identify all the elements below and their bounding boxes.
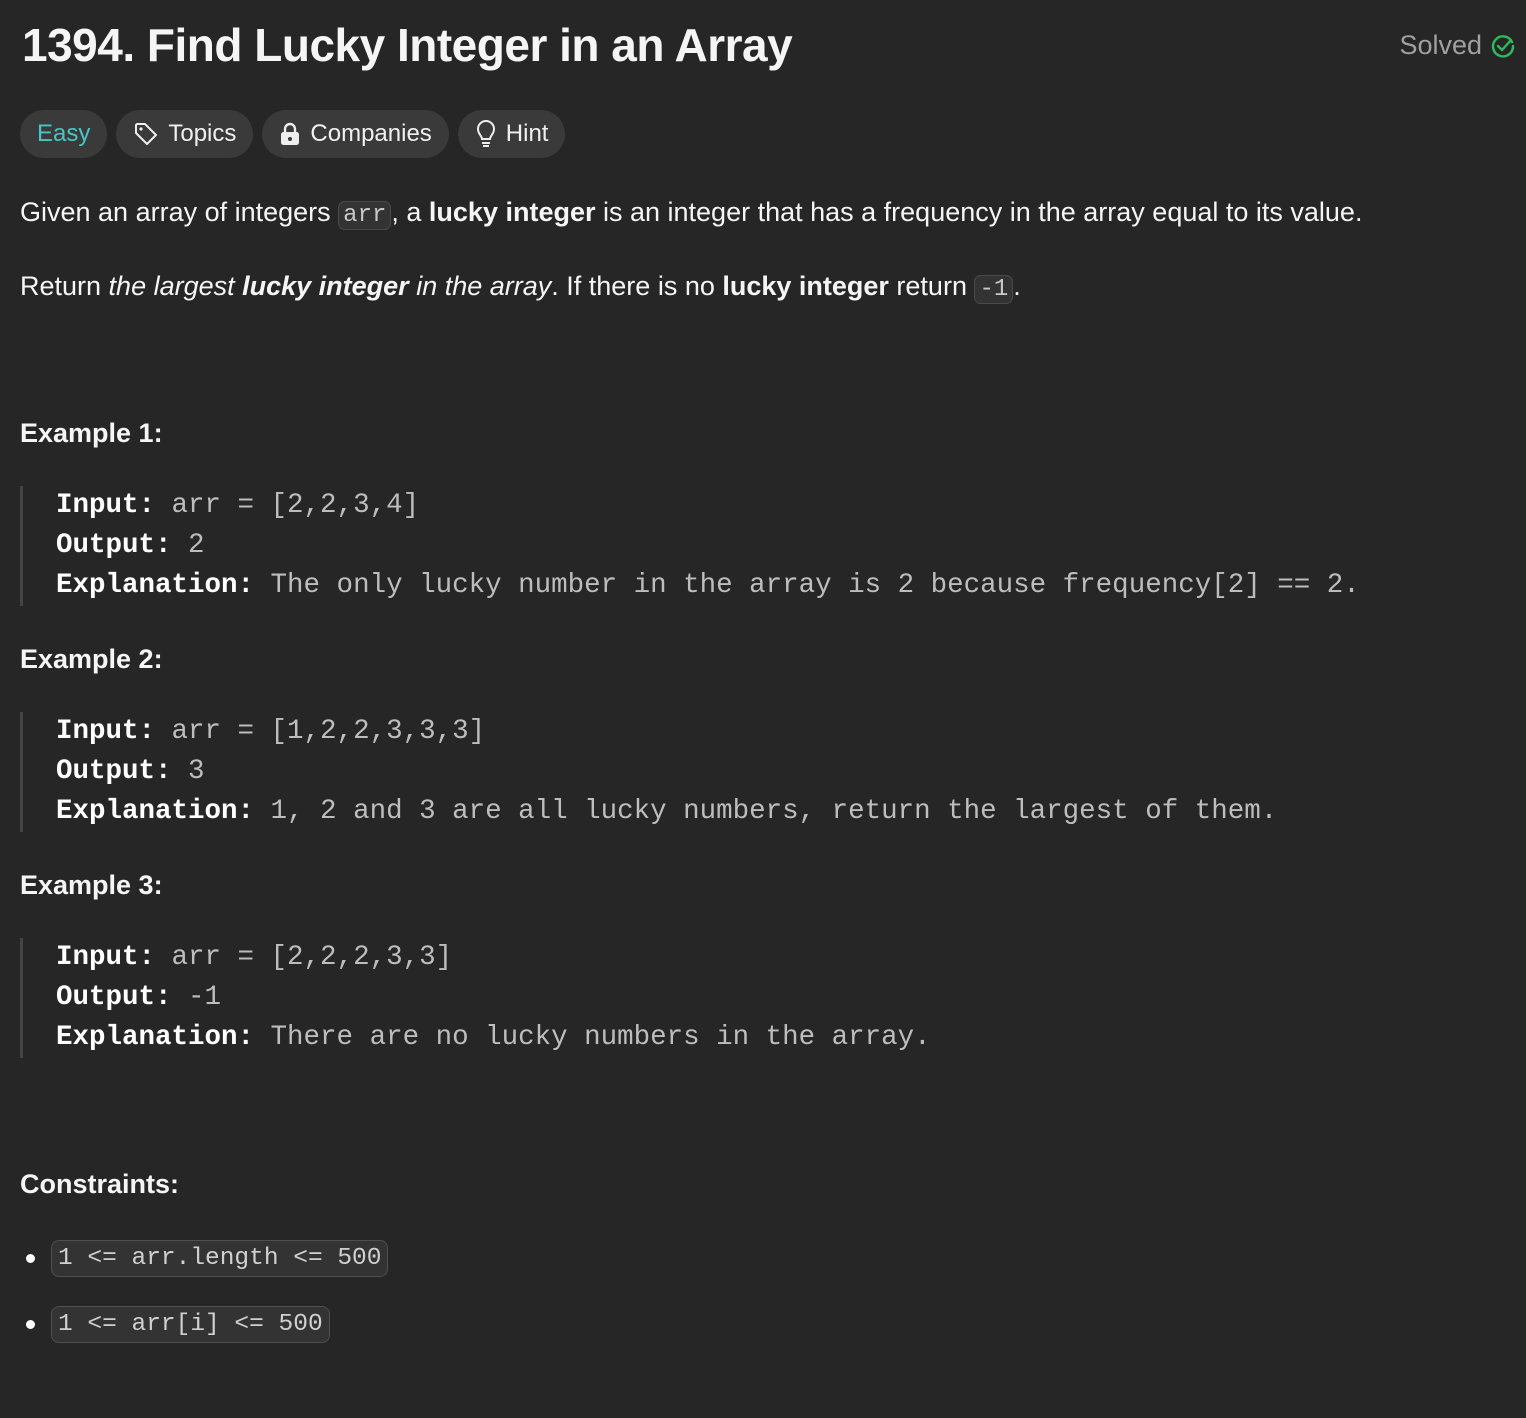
example-3-heading: Example 3: xyxy=(20,870,163,900)
topics-label: Topics xyxy=(168,120,237,147)
difficulty-label: Easy xyxy=(37,120,91,147)
example-1-block: Input: arr = [2,2,3,4] Output: 2 Explana… xyxy=(20,486,1360,606)
constraint-item: 1 <= arr.length <= 500 xyxy=(26,1240,389,1277)
companies-button[interactable]: Companies xyxy=(262,110,449,158)
solved-status: Solved xyxy=(1399,30,1516,61)
bullet xyxy=(26,1254,35,1263)
check-circle-icon xyxy=(1491,34,1515,58)
constraint-code: 1 <= arr.length <= 500 xyxy=(51,1240,389,1277)
hint-label: Hint xyxy=(505,120,549,147)
difficulty-badge: Easy xyxy=(20,110,108,158)
problem-title: 1394. Find Lucky Integer in an Array xyxy=(22,19,793,71)
description-paragraph-1: Given an array of integers arr, a lucky … xyxy=(20,197,1363,230)
topics-button[interactable]: Topics xyxy=(116,110,254,158)
example-2-heading: Example 2: xyxy=(20,644,163,674)
inline-code: -1 xyxy=(974,275,1014,304)
constraints-heading: Constraints: xyxy=(20,1169,180,1199)
lightbulb-icon xyxy=(476,120,495,147)
solved-label: Solved xyxy=(1399,30,1482,60)
constraint-code: 1 <= arr[i] <= 500 xyxy=(51,1306,330,1343)
tag-bar: Easy Topics Companies Hint xyxy=(20,110,566,158)
companies-label: Companies xyxy=(310,120,432,147)
constraint-item: 1 <= arr[i] <= 500 xyxy=(26,1306,330,1343)
hint-button[interactable]: Hint xyxy=(457,110,566,158)
bullet xyxy=(26,1320,35,1329)
inline-code: arr xyxy=(338,201,392,230)
example-3-block: Input: arr = [2,2,2,3,3] Output: -1 Expl… xyxy=(20,938,931,1058)
example-1-heading: Example 1: xyxy=(20,418,163,448)
description-paragraph-2: Return the largest lucky integer in the … xyxy=(20,271,1021,304)
example-2-block: Input: arr = [1,2,2,3,3,3] Output: 3 Exp… xyxy=(20,712,1277,832)
tag-icon xyxy=(135,123,158,145)
lock-icon xyxy=(281,122,300,145)
